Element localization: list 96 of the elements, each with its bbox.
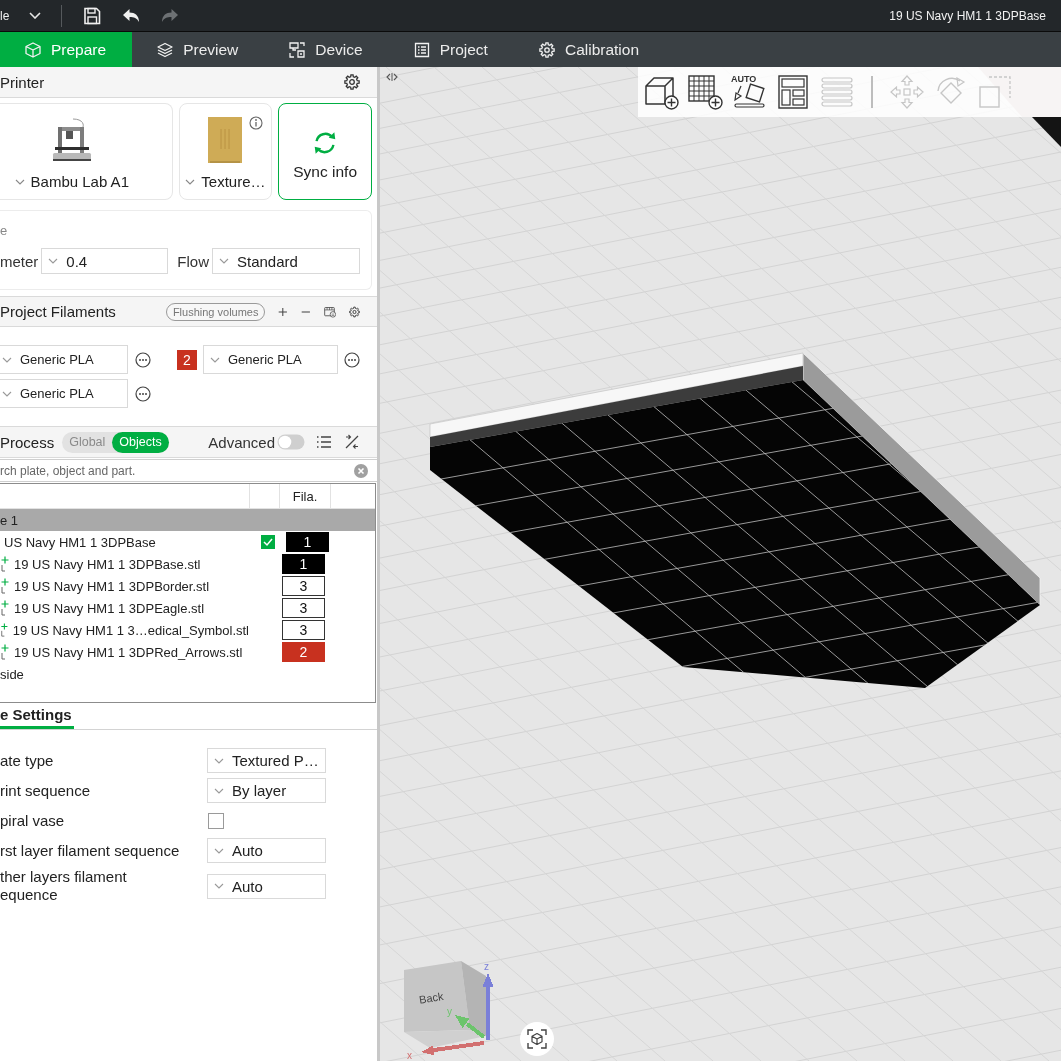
- flow-select[interactable]: Standard: [212, 248, 360, 274]
- filament-badge[interactable]: 3: [282, 620, 325, 640]
- part-icon: [0, 644, 10, 660]
- setting-label: ther layers filament equence: [0, 868, 128, 904]
- field-label: meter: [0, 252, 39, 270]
- plate-row[interactable]: side: [0, 663, 375, 685]
- part-name[interactable]: 19 US Navy HM1 1 3DPBorder.stl: [14, 578, 210, 594]
- plate-card[interactable]: Texture…: [178, 103, 273, 200]
- layers-icon: [157, 41, 174, 58]
- cube-icon: [25, 41, 41, 58]
- grid-plus-icon[interactable]: [687, 74, 723, 110]
- tab[interactable]: Preview: [132, 32, 265, 67]
- more-icon[interactable]: [135, 385, 151, 402]
- section-title: Project Filaments: [0, 303, 116, 320]
- search-field[interactable]: rch plate, object and part.: [0, 459, 377, 482]
- list-icon: [413, 41, 430, 58]
- part-name[interactable]: 19 US Navy HM1 1 3DPRed_Arrows.stl: [14, 644, 243, 660]
- fit-view-button[interactable]: [520, 1022, 554, 1056]
- chevron-down-icon: [214, 787, 224, 794]
- chevron-down-icon[interactable]: [29, 12, 42, 19]
- settings-icon[interactable]: [344, 74, 360, 90]
- flushing-volumes-button[interactable]: Flushing volumes: [165, 302, 266, 321]
- filament-select[interactable]: Generic PLA: [0, 345, 128, 374]
- chevron-down-icon: [219, 258, 229, 264]
- arrange-icon[interactable]: [775, 74, 811, 110]
- plate-row[interactable]: e 1: [0, 509, 375, 531]
- setting-label: rst layer filament sequence: [0, 841, 181, 860]
- setting-select[interactable]: Auto: [207, 838, 326, 863]
- filament-badge[interactable]: 3: [282, 598, 325, 618]
- field-label: Advanced: [208, 433, 275, 451]
- panel-toggle-icon[interactable]: [386, 72, 398, 82]
- section-label: e: [0, 223, 8, 239]
- chevron-down-icon: [48, 258, 59, 264]
- screens-icon: [289, 41, 306, 58]
- chevron-down-icon: [214, 883, 224, 889]
- printer-card[interactable]: Bambu Lab A1: [0, 103, 173, 200]
- slash-arrows-icon[interactable]: [344, 434, 360, 450]
- chevron-down-icon: [210, 356, 220, 363]
- object-name[interactable]: US Navy HM1 1 3DPBase: [4, 534, 156, 550]
- build-plate-icon: [208, 117, 243, 163]
- axis-label: z: [484, 961, 489, 972]
- filament-badge[interactable]: 3: [282, 576, 325, 596]
- setting-select[interactable]: Textured P…: [207, 748, 326, 773]
- chevron-down-icon: [2, 390, 12, 397]
- gear-icon: [538, 41, 555, 58]
- part-name[interactable]: 19 US Navy HM1 1 3DPEagle.stl: [14, 600, 205, 616]
- column-header: Fila.: [292, 488, 318, 504]
- chevron-down-icon: [185, 178, 196, 185]
- auto-orient-button[interactable]: AUTO: [731, 74, 767, 110]
- setting-select[interactable]: Auto: [207, 873, 326, 899]
- part-icon: [0, 600, 10, 616]
- sync-info-button[interactable]: Sync info: [278, 103, 372, 200]
- list-icon[interactable]: [316, 435, 332, 449]
- filament-badge[interactable]: 2: [282, 642, 325, 662]
- part-icon: [0, 556, 10, 572]
- more-icon[interactable]: [135, 351, 151, 368]
- tab[interactable]: e Settings: [0, 703, 74, 729]
- part-name[interactable]: 19 US Navy HM1 1 3…edical_Symbol.stl: [12, 622, 249, 638]
- setting-label: rint sequence: [0, 781, 92, 800]
- tab[interactable]: Project: [388, 32, 514, 67]
- part-name[interactable]: 19 US Navy HM1 1 3DPBase.stl: [14, 556, 201, 572]
- menu-label[interactable]: le: [0, 8, 10, 23]
- printer-icon: [51, 117, 92, 163]
- checkbox[interactable]: [260, 535, 275, 549]
- section-title: Process: [0, 433, 55, 451]
- toggle-switch[interactable]: [277, 434, 305, 450]
- chevron-down-icon: [14, 178, 25, 185]
- part-icon: [0, 578, 10, 594]
- checkbox[interactable]: [208, 812, 224, 829]
- document-title: 19 US Navy HM1 1 3DPBase: [889, 8, 1046, 23]
- field-label: Flow: [177, 252, 209, 270]
- filament-badge[interactable]: 1: [286, 532, 329, 552]
- diameter-select[interactable]: 0.4: [41, 248, 169, 274]
- chevron-down-icon: [214, 757, 224, 764]
- axis-label: y: [447, 1006, 452, 1017]
- axis-label: x: [407, 1050, 412, 1061]
- tab[interactable]: Calibration: [513, 32, 666, 67]
- fit-view-icon: [527, 1029, 547, 1049]
- save-icon[interactable]: [83, 6, 102, 25]
- model-drawing[interactable]: [429, 352, 1041, 688]
- part-icon: [0, 622, 9, 638]
- filament-badge[interactable]: 2: [177, 349, 197, 370]
- chevron-down-icon: [2, 356, 12, 363]
- more-icon[interactable]: [344, 351, 360, 368]
- setting-select[interactable]: By layer: [207, 778, 326, 803]
- info-icon[interactable]: [249, 116, 264, 130]
- setting-label: piral vase: [0, 811, 66, 830]
- filament-select[interactable]: Generic PLA: [203, 345, 338, 374]
- setting-label: ate type: [0, 751, 55, 770]
- cube-plus-icon[interactable]: [643, 74, 679, 110]
- filament-select[interactable]: Generic PLA: [0, 379, 128, 408]
- clear-icon[interactable]: [354, 463, 368, 478]
- chevron-down-icon: [214, 847, 224, 854]
- filament-badge[interactable]: 1: [282, 554, 325, 574]
- section-title: Printer: [0, 73, 45, 91]
- tab[interactable]: Device: [264, 32, 389, 67]
